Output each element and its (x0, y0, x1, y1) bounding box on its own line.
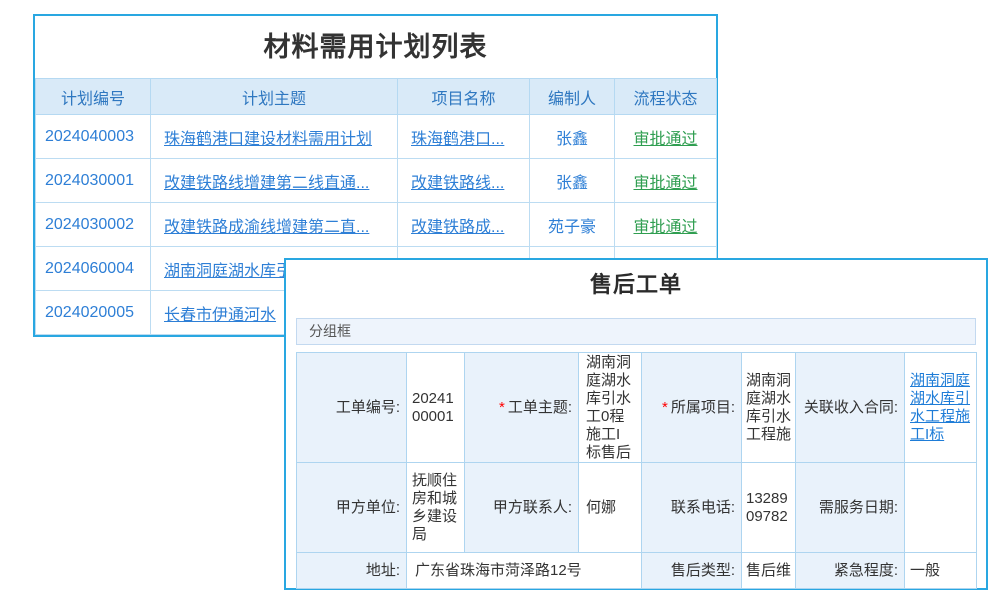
project-label-text: 所属项目: (671, 399, 735, 416)
order-no-label: 工单编号: (297, 353, 407, 463)
column-header-status: 流程状态 (615, 79, 717, 115)
plan-subject-text[interactable]: 改建铁路线增建第二线直通... (164, 175, 369, 192)
party-a-label: 甲方单位: (297, 463, 407, 553)
project-name-text[interactable]: 珠海鹤港口... (411, 131, 504, 148)
form-row-1: 工单编号: 2024100001 *工单主题: 湖南洞庭湖水库引水工0程施工I标… (297, 353, 977, 463)
plan-subject-link[interactable]: 珠海鹤港口建设材料需用计划 (151, 115, 398, 159)
address-label: 地址: (297, 553, 407, 589)
subject-value: 湖南洞庭湖水库引水工0程施工I标售后 (579, 353, 642, 463)
plan-no-cell[interactable]: 2024020005 (36, 291, 151, 335)
work-order-title: 售后工单 (286, 272, 986, 298)
form-row-2: 甲方单位: 抚顺住房和城乡建设局 甲方联系人: 何娜 联系电话: 1328909… (297, 463, 977, 553)
service-date-value (905, 463, 977, 553)
project-name-text[interactable]: 改建铁路成... (411, 219, 504, 236)
phone-value: 1328909782 (742, 463, 796, 553)
phone-label: 联系电话: (642, 463, 742, 553)
form-row-3: 地址: 广东省珠海市菏泽路12号 售后类型: 售后维 紧急程度: 一般 (297, 553, 977, 589)
urgency-label: 紧急程度: (796, 553, 905, 589)
table-row: 2024030002 改建铁路成渝线增建第二直... 改建铁路成... 苑子豪 … (36, 203, 717, 247)
work-order-form-table: 工单编号: 2024100001 *工单主题: 湖南洞庭湖水库引水工0程施工I标… (296, 352, 977, 589)
project-value: 湖南洞庭湖水库引水工程施 (742, 353, 796, 463)
column-header-project: 项目名称 (398, 79, 530, 115)
status-link[interactable]: 审批通过 (633, 131, 697, 148)
plan-subject-text[interactable]: 珠海鹤港口建设材料需用计划 (164, 131, 372, 148)
plan-subject-link[interactable]: 改建铁路成渝线增建第二直... (151, 203, 398, 247)
creator-cell: 张鑫 (530, 159, 615, 203)
subject-label: *工单主题: (465, 353, 579, 463)
status-link-cell[interactable]: 审批通过 (615, 159, 717, 203)
project-name-text[interactable]: 改建铁路线... (411, 175, 504, 192)
project-name-cell[interactable]: 改建铁路线... (398, 159, 530, 203)
table-row: 2024040003 珠海鹤港口建设材料需用计划 珠海鹤港口... 张鑫 审批通… (36, 115, 717, 159)
type-value: 售后维 (742, 553, 796, 589)
column-header-plan-no: 计划编号 (36, 79, 151, 115)
contact-value: 何娜 (579, 463, 642, 553)
contract-label: 关联收入合同: (796, 353, 905, 463)
plan-no-cell[interactable]: 2024040003 (36, 115, 151, 159)
status-link[interactable]: 审批通过 (633, 219, 697, 236)
plan-no-cell[interactable]: 2024030001 (36, 159, 151, 203)
project-name-cell[interactable]: 改建铁路成... (398, 203, 530, 247)
type-label: 售后类型: (642, 553, 742, 589)
column-header-subject: 计划主题 (151, 79, 398, 115)
table-header-row: 计划编号 计划主题 项目名称 编制人 流程状态 (36, 79, 717, 115)
project-name-cell[interactable]: 珠海鹤港口... (398, 115, 530, 159)
creator-cell: 苑子豪 (530, 203, 615, 247)
group-box-header: 分组框 (296, 318, 976, 345)
required-asterisk: * (499, 399, 505, 416)
plan-subject-text[interactable]: 长春市伊通河水 (164, 307, 276, 324)
project-label: *所属项目: (642, 353, 742, 463)
material-plan-list-title: 材料需用计划列表 (35, 16, 716, 78)
plan-no-cell[interactable]: 2024060004 (36, 247, 151, 291)
status-link-cell[interactable]: 审批通过 (615, 203, 717, 247)
required-asterisk: * (662, 399, 668, 416)
address-value: 广东省珠海市菏泽路12号 (407, 553, 642, 589)
subject-label-text: 工单主题: (508, 399, 572, 416)
after-sales-work-order-panel: 售后工单 分组框 工单编号: 2024100001 *工单主题: 湖南洞庭湖水库… (284, 258, 988, 590)
urgency-value: 一般 (905, 553, 977, 589)
contract-value-cell[interactable]: 湖南洞庭湖水库引水工程施工I标 (905, 353, 977, 463)
column-header-creator: 编制人 (530, 79, 615, 115)
status-link-cell[interactable]: 审批通过 (615, 115, 717, 159)
party-a-value: 抚顺住房和城乡建设局 (407, 463, 465, 553)
order-no-value: 2024100001 (407, 353, 465, 463)
table-row: 2024030001 改建铁路线增建第二线直通... 改建铁路线... 张鑫 审… (36, 159, 717, 203)
plan-no-cell[interactable]: 2024030002 (36, 203, 151, 247)
plan-subject-text[interactable]: 改建铁路成渝线增建第二直... (164, 219, 369, 236)
service-date-label: 需服务日期: (796, 463, 905, 553)
status-link[interactable]: 审批通过 (633, 175, 697, 192)
contact-label: 甲方联系人: (465, 463, 579, 553)
creator-cell: 张鑫 (530, 115, 615, 159)
contract-link[interactable]: 湖南洞庭湖水库引水工程施工I标 (910, 372, 970, 443)
plan-subject-link[interactable]: 改建铁路线增建第二线直通... (151, 159, 398, 203)
